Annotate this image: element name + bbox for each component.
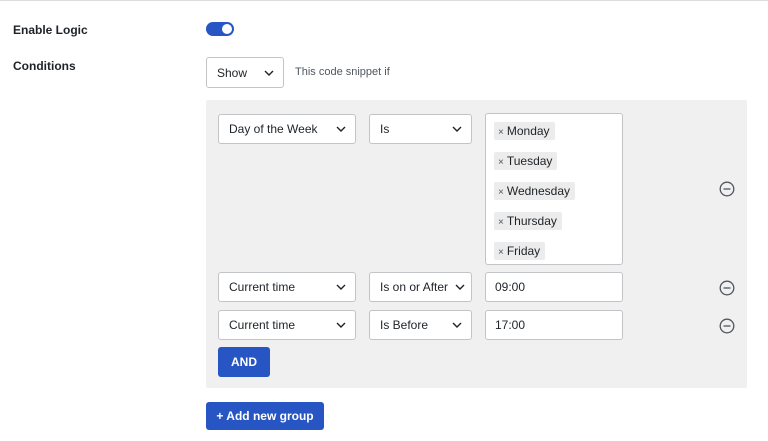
- condition-operator-value: Is on or After: [380, 280, 449, 294]
- enable-logic-label: Enable Logic: [13, 23, 88, 37]
- condition-operator-select[interactable]: Is on or After: [369, 272, 472, 302]
- day-tag: × Thursday: [494, 212, 562, 230]
- top-divider: [0, 0, 768, 1]
- day-tag: × Wednesday: [494, 182, 575, 200]
- minus-circle-icon[interactable]: [719, 280, 735, 296]
- minus-circle-icon[interactable]: [719, 318, 735, 334]
- x-icon[interactable]: ×: [498, 217, 504, 228]
- x-icon[interactable]: ×: [498, 247, 504, 258]
- day-tag: × Friday: [494, 242, 546, 260]
- show-hide-select[interactable]: Show: [206, 57, 284, 88]
- day-tag-label: Tuesday: [506, 154, 553, 168]
- day-tag-label: Thursday: [506, 214, 557, 228]
- chevron-down-icon: [336, 284, 346, 290]
- day-tag-label: Friday: [506, 244, 541, 258]
- minus-circle-icon[interactable]: [719, 181, 735, 197]
- add-new-group-button[interactable]: + Add new group: [206, 402, 324, 430]
- day-tag-label: Wednesday: [506, 184, 570, 198]
- condition-hint: This code snippet if: [295, 66, 390, 78]
- x-icon[interactable]: ×: [498, 157, 504, 168]
- time-input-value: 09:00: [495, 280, 526, 294]
- x-icon[interactable]: ×: [498, 187, 504, 198]
- chevron-down-icon: [455, 284, 465, 290]
- condition-field-select[interactable]: Day of the Week: [218, 114, 356, 144]
- and-button[interactable]: AND: [218, 347, 270, 377]
- enable-logic-toggle[interactable]: [206, 22, 234, 36]
- show-hide-select-value: Show: [217, 65, 248, 80]
- days-multiselect[interactable]: × Monday × Tuesday × Wednesday × Thursday × F…: [485, 113, 623, 265]
- condition-field-select[interactable]: Current time: [218, 272, 356, 302]
- chevron-down-icon: [336, 322, 346, 328]
- day-tag: × Tuesday: [494, 152, 558, 170]
- conditions-label: Conditions: [13, 59, 76, 73]
- chevron-down-icon: [452, 126, 462, 132]
- time-input[interactable]: 09:00: [485, 272, 623, 302]
- chevron-down-icon: [264, 70, 274, 76]
- condition-field-value: Current time: [229, 280, 296, 294]
- condition-operator-value: Is: [380, 122, 390, 136]
- condition-field-select[interactable]: Current time: [218, 310, 356, 340]
- day-tag: × Monday: [494, 122, 555, 140]
- day-tag-label: Monday: [506, 124, 550, 138]
- time-input-value: 17:00: [495, 318, 526, 332]
- toggle-knob: [222, 24, 232, 34]
- chevron-down-icon: [336, 126, 346, 132]
- condition-operator-select[interactable]: Is: [369, 114, 472, 144]
- condition-operator-select[interactable]: Is Before: [369, 310, 472, 340]
- condition-operator-value: Is Before: [380, 318, 429, 332]
- condition-field-value: Current time: [229, 318, 296, 332]
- time-input[interactable]: 17:00: [485, 310, 623, 340]
- chevron-down-icon: [452, 322, 462, 328]
- condition-field-value: Day of the Week: [229, 122, 318, 136]
- x-icon[interactable]: ×: [498, 127, 504, 138]
